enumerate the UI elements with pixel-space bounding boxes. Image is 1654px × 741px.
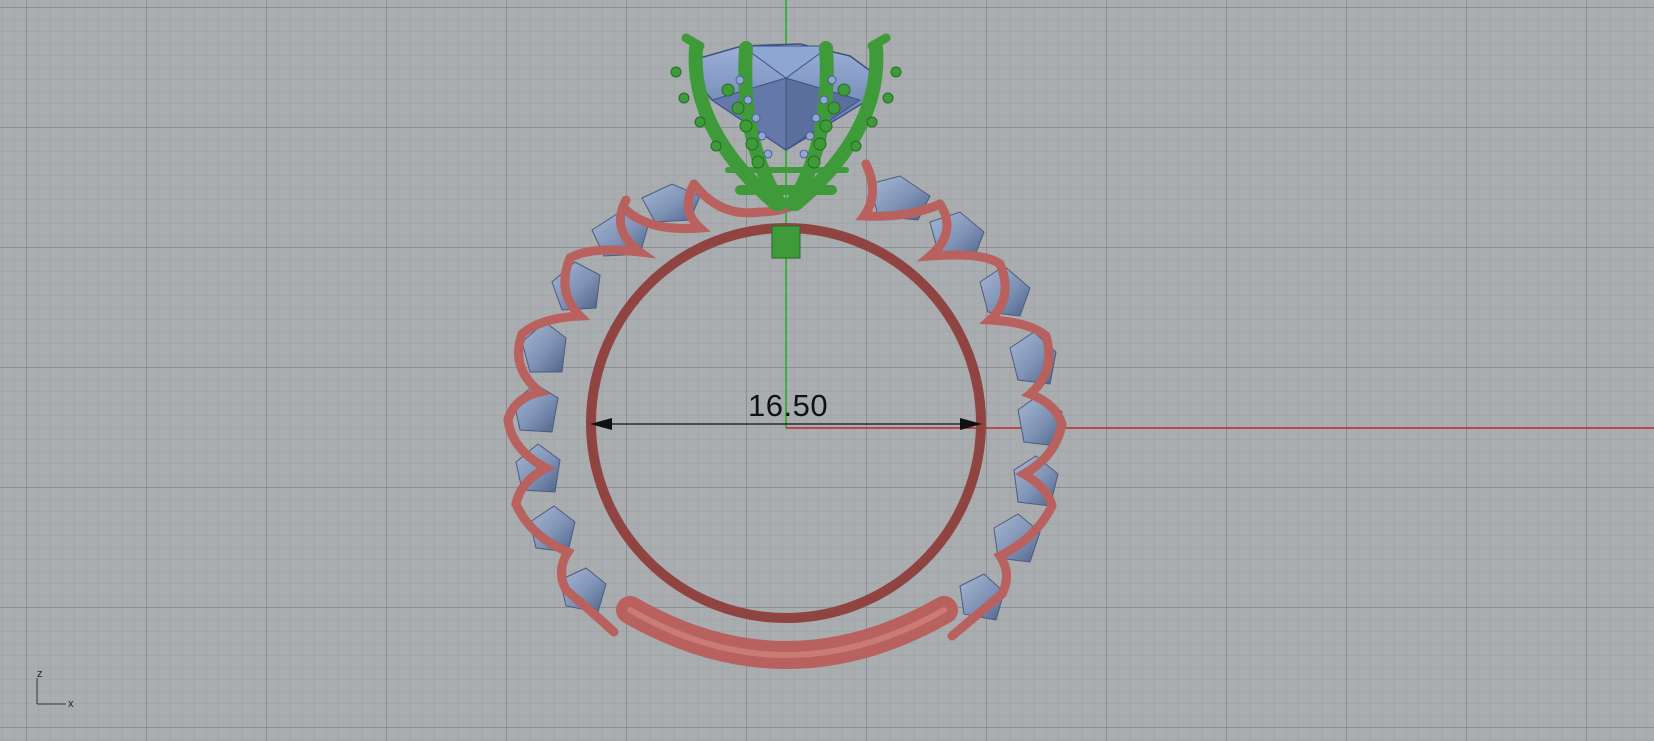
ring-model-icon[interactable] [0, 0, 1654, 741]
axis-z-label: z [37, 668, 43, 680]
rhino-viewport[interactable]: 16.50 z x [0, 0, 1654, 741]
axis-indicator-icon: z x [34, 668, 78, 710]
head-post [771, 225, 801, 259]
axis-x-label: x [68, 698, 74, 710]
dimension-label[interactable]: 16.50 [748, 388, 828, 424]
